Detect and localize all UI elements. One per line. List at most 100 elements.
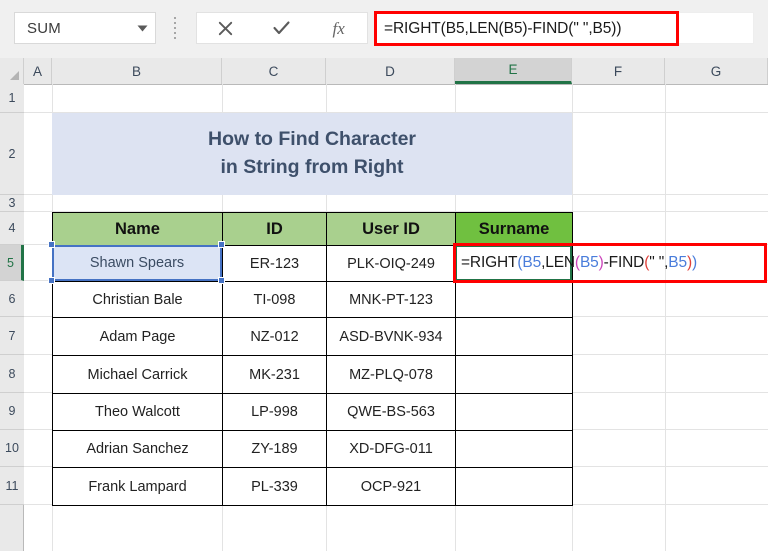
table-cell[interactable]: OCP-921 xyxy=(326,467,456,506)
chevron-down-icon[interactable] xyxy=(129,25,155,32)
table-cell[interactable]: MNK-PT-123 xyxy=(326,281,456,318)
row-header-4[interactable]: 4 xyxy=(0,212,24,245)
row-header-8[interactable]: 8 xyxy=(0,355,24,393)
table-cell[interactable]: Christian Bale xyxy=(52,281,223,318)
reference-handle-top-right[interactable] xyxy=(218,241,225,248)
formula-bar-buttons: fx xyxy=(196,12,368,44)
table-row: Adam Page NZ-012 ASD-BVNK-934 xyxy=(52,317,573,356)
table-cell[interactable] xyxy=(455,355,573,394)
table-cell[interactable]: MK-231 xyxy=(222,355,327,394)
formula-input-highlight-box: =RIGHT(B5,LEN(B5)-FIND(" ",B5)) xyxy=(374,11,679,46)
formula-token: " " xyxy=(649,254,665,271)
formula-token: B5 xyxy=(522,254,542,271)
column-header-f[interactable]: F xyxy=(572,58,665,84)
column-header-e[interactable]: E xyxy=(455,58,572,84)
formula-token: ) xyxy=(691,254,697,271)
table-row: Theo Walcott LP-998 QWE-BS-563 xyxy=(52,393,573,431)
row-header-5[interactable]: 5 xyxy=(0,245,24,281)
table-row: Frank Lampard PL-339 OCP-921 xyxy=(52,467,573,506)
table-cell[interactable]: QWE-BS-563 xyxy=(326,393,456,431)
column-header-label: G xyxy=(710,63,722,79)
table-cell[interactable] xyxy=(455,393,573,431)
column-header-g[interactable]: G xyxy=(665,58,768,84)
row-header-10[interactable]: 10 xyxy=(0,430,24,467)
row-header-column: 1 2 3 4 5 6 7 8 9 10 11 xyxy=(0,84,24,551)
row-header-label: 6 xyxy=(8,291,16,306)
formula-token: -FIND xyxy=(603,254,645,271)
reference-cell-b5[interactable]: Shawn Spears xyxy=(52,245,222,281)
column-header-label: B xyxy=(131,63,141,79)
table-cell[interactable]: ER-123 xyxy=(222,245,327,282)
formula-bar-strip: SUM fx =RIGHT(B5,LEN(B5)-FIND(" ",B5)) xyxy=(0,0,768,59)
table-header-cell[interactable]: User ID xyxy=(326,212,456,246)
gridline-vertical xyxy=(665,84,666,551)
row-header-label: 9 xyxy=(8,404,16,418)
cancel-button[interactable] xyxy=(203,13,247,43)
row-header-7[interactable]: 7 xyxy=(0,317,24,355)
reference-handle-bottom-right[interactable] xyxy=(218,277,225,284)
table-cell[interactable]: XD-DFG-011 xyxy=(326,430,456,468)
table-cell[interactable]: LP-998 xyxy=(222,393,327,431)
title-banner: How to Find Character in String from Rig… xyxy=(52,113,572,195)
table-cell[interactable]: MZ-PLQ-078 xyxy=(326,355,456,394)
formula-token: B5 xyxy=(579,254,599,271)
title-line-2: in String from Right xyxy=(220,156,404,178)
table-row: Adrian Sanchez ZY-189 XD-DFG-011 xyxy=(52,430,573,468)
formula-input[interactable]: =RIGHT(B5,LEN(B5)-FIND(" ",B5)) xyxy=(377,20,622,38)
table-cell[interactable] xyxy=(455,430,573,468)
column-header-label: A xyxy=(32,63,42,79)
table-cell[interactable]: Adrian Sanchez xyxy=(52,430,223,468)
column-header-label: D xyxy=(385,63,395,79)
table-cell[interactable] xyxy=(455,281,573,318)
column-header-b[interactable]: B xyxy=(52,58,222,84)
table-cell[interactable] xyxy=(455,317,573,356)
select-all-corner[interactable] xyxy=(0,58,24,84)
row-header-1[interactable]: 1 xyxy=(0,84,24,113)
table-cell[interactable]: Theo Walcott xyxy=(52,393,223,431)
row-header-label: 10 xyxy=(5,441,19,455)
table-cell[interactable]: Frank Lampard xyxy=(52,467,223,506)
reference-handle-bottom-left[interactable] xyxy=(48,277,55,284)
table-cell[interactable]: ASD-BVNK-934 xyxy=(326,317,456,356)
table-header-cell[interactable]: ID xyxy=(222,212,327,246)
formula-token: B5 xyxy=(668,254,687,271)
column-header-c[interactable]: C xyxy=(222,58,326,84)
reference-cell-value: Shawn Spears xyxy=(89,255,185,271)
table-cell[interactable]: NZ-012 xyxy=(222,317,327,356)
formula-bar-remainder xyxy=(679,12,754,44)
row-header-3[interactable]: 3 xyxy=(0,195,24,212)
table-cell[interactable]: Michael Carrick xyxy=(52,355,223,394)
formula-token: =RIGHT xyxy=(461,254,518,271)
title-line-1: How to Find Character xyxy=(207,128,417,151)
column-header-a[interactable]: A xyxy=(24,58,52,84)
column-header-d[interactable]: D xyxy=(326,58,455,84)
table-cell[interactable] xyxy=(455,467,573,506)
row-header-label: 7 xyxy=(8,328,16,343)
reference-handle-top-left[interactable] xyxy=(48,241,55,248)
active-cell-e5[interactable]: =RIGHT(B5,LEN(B5)-FIND(" ",B5)) xyxy=(455,245,697,281)
enter-button[interactable] xyxy=(260,13,304,43)
select-all-triangle-icon xyxy=(10,71,19,80)
row-header-9[interactable]: 9 xyxy=(0,393,24,430)
column-header-label: E xyxy=(508,62,518,77)
table-cell[interactable]: ZY-189 xyxy=(222,430,327,468)
row-header-11[interactable]: 11 xyxy=(0,467,24,505)
table-cell[interactable]: TI-098 xyxy=(222,281,327,318)
table-header-cell[interactable]: Surname xyxy=(455,212,573,246)
table-cell[interactable]: PL-339 xyxy=(222,467,327,506)
table-header-row: Name ID User ID Surname xyxy=(52,212,573,246)
formula-token: ,LEN xyxy=(541,254,575,271)
table-cell[interactable]: Adam Page xyxy=(52,317,223,356)
table-cell[interactable]: PLK-OIQ-249 xyxy=(326,245,456,282)
row-header-2[interactable]: 2 xyxy=(0,113,24,195)
column-header-row: A B C D E F G xyxy=(0,58,768,85)
name-box[interactable]: SUM xyxy=(14,12,156,44)
insert-function-button[interactable]: fx xyxy=(317,13,361,43)
table-header-cell[interactable]: Name xyxy=(52,212,223,246)
formula-bar-separator xyxy=(168,14,182,42)
row-header-label: 11 xyxy=(5,478,19,493)
row-header-label: 5 xyxy=(7,255,14,270)
row-header-6[interactable]: 6 xyxy=(0,281,24,317)
table-row: Michael Carrick MK-231 MZ-PLQ-078 xyxy=(52,355,573,394)
sheet-cell-area: How to Find Character in String from Rig… xyxy=(24,84,768,551)
